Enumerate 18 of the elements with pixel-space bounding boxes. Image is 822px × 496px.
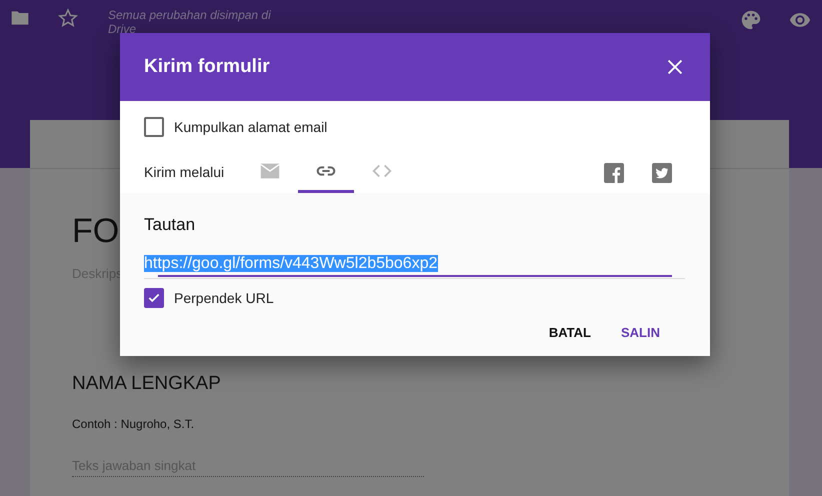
question-help-text: Contoh : Nugroho, S.T.: [72, 417, 196, 431]
copy-button[interactable]: SALIN: [613, 317, 668, 348]
cancel-button[interactable]: BATAL: [540, 317, 599, 348]
link-heading: Tautan: [144, 215, 196, 235]
facebook-icon[interactable]: [604, 163, 624, 183]
dialog-title: Kirim formulir: [144, 56, 271, 78]
checkbox-label: Kumpulkan alamat email: [174, 119, 328, 135]
save-status-text: Semua perubahan disimpan di Drive: [108, 8, 272, 36]
form-title: FO: [72, 211, 120, 252]
bird-icon[interactable]: [652, 163, 672, 183]
question-title: NAMA LENGKAP: [72, 373, 222, 395]
palette-icon[interactable]: [740, 9, 762, 31]
checkbox[interactable]: [144, 288, 164, 308]
checkbox-label: Perpendek URL: [174, 290, 274, 306]
check-icon: [147, 291, 161, 305]
star-icon[interactable]: [58, 8, 78, 28]
checkbox[interactable]: [144, 117, 164, 137]
send-via-label: Kirim melalui: [144, 164, 224, 182]
